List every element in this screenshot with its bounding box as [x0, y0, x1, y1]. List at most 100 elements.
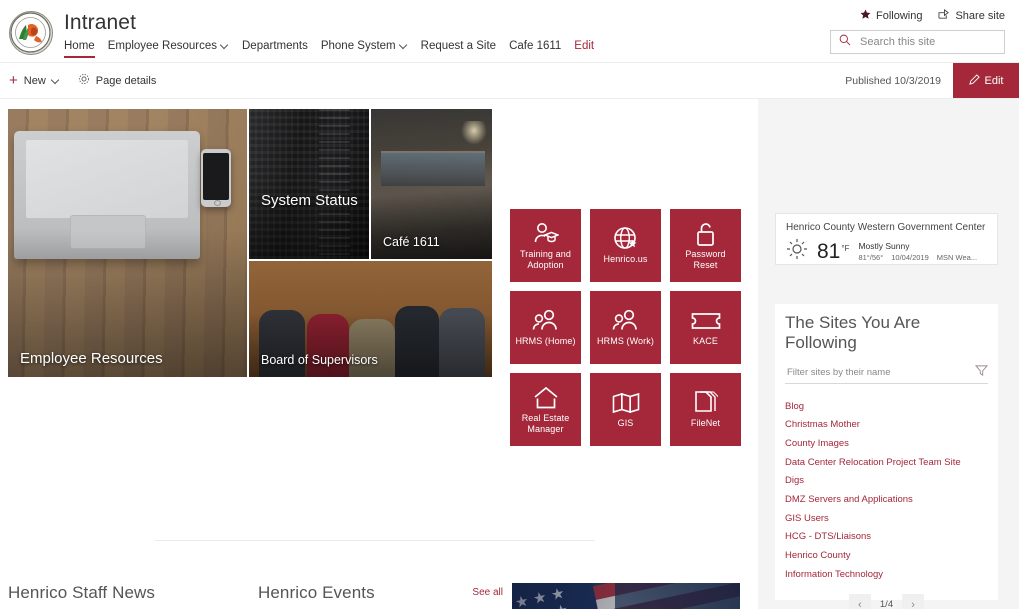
site-link[interactable]: Digs [785, 472, 988, 491]
site-link[interactable]: County Images [785, 434, 988, 453]
people-icon [612, 308, 640, 334]
nav-item-edit[interactable]: Edit [574, 36, 607, 58]
nav-item-label: Departments [242, 40, 308, 52]
hero-tile-label: Employee Resources [20, 349, 163, 367]
chevron-down-icon [221, 41, 229, 49]
american-flag-photo: ★★★★★★★★★ [512, 583, 740, 609]
henrico-county-seal-icon[interactable] [9, 11, 53, 55]
weather-condition: Mostly Sunny [858, 241, 910, 252]
home-icon [533, 385, 559, 411]
header-actions: Following Share site [860, 9, 1005, 23]
quick-link-real-estate-manager[interactable]: Real Estate Manager [510, 373, 581, 446]
pager-prev-button[interactable]: ‹ [848, 593, 871, 609]
share-icon [938, 9, 950, 23]
following-sites-filter[interactable] [785, 362, 989, 384]
weather-temperature: 81°F [817, 241, 849, 263]
site-navigation: Home Employee Resources Departments Phon… [64, 36, 607, 58]
plus-icon: + [9, 72, 18, 89]
weather-high-low: 81°/56° [858, 252, 884, 262]
site-link[interactable]: GIS Users [785, 509, 988, 528]
quick-link-label: KACE [693, 336, 718, 347]
quick-link-password-reset[interactable]: Password Reset [670, 209, 741, 282]
quick-link-label: FileNet [690, 418, 721, 429]
nav-item-label: Request a Site [420, 40, 497, 52]
new-label: New [23, 74, 46, 87]
hero-top-row: System Status Café 1611 [249, 109, 492, 259]
news-title: Henrico Staff News [8, 583, 155, 602]
hero-tile-cafe-1611[interactable]: Café 1611 [371, 109, 492, 259]
hero-tile-label: Café 1611 [383, 234, 440, 249]
following-sites-pager: ‹ 1/4 › [785, 593, 988, 609]
following-label: Following [876, 10, 923, 22]
weather-temp-unit: °F [841, 243, 850, 253]
pencil-icon [968, 73, 980, 88]
site-link[interactable]: HCG - DTS/Liaisons [785, 528, 988, 547]
filter-icon[interactable] [974, 364, 989, 382]
command-bar-left: + New Page details [0, 73, 156, 88]
quick-link-henrico-us[interactable]: Henrico.us [590, 209, 661, 282]
site-link[interactable]: Information Technology [785, 565, 988, 584]
nav-item-home[interactable]: Home [64, 36, 108, 58]
edit-page-button[interactable]: Edit [953, 63, 1019, 98]
nav-item-label: Employee Resources [107, 40, 217, 52]
hero-tile-employee-resources[interactable]: Employee Resources [8, 109, 247, 377]
chevron-down-icon [400, 41, 408, 49]
quick-link-label: Password Reset [685, 249, 726, 270]
files-icon [694, 390, 718, 416]
quick-link-training-and-adoption[interactable]: Training and Adoption [510, 209, 581, 282]
site-link[interactable]: DMZ Servers and Applications [785, 490, 988, 509]
following-sites-web-part: The Sites You Are Following Blog Christm… [775, 304, 998, 609]
hero-tile-board-of-supervisors[interactable]: Board of Supervisors [249, 261, 492, 377]
page-body: Employee Resources System Status Café 16… [0, 99, 1019, 609]
nav-item-departments[interactable]: Departments [242, 36, 321, 58]
site-link[interactable]: Henrico County [785, 547, 988, 566]
sharepoint-intranet-page: Intranet Home Employee Resources Departm… [0, 0, 1019, 609]
countdown-web-part[interactable]: ★★★★★★★★★ Count Down to Veterans Day 06 … [512, 583, 740, 609]
quick-link-kace[interactable]: KACE [670, 291, 741, 364]
training-icon [533, 221, 559, 247]
nav-item-request-a-site[interactable]: Request a Site [421, 36, 509, 58]
new-button[interactable]: + New [9, 73, 60, 88]
events-see-all-link[interactable]: See all [472, 587, 503, 598]
nav-item-employee-resources[interactable]: Employee Resources [108, 36, 242, 58]
quick-link-label: Henrico.us [603, 254, 648, 265]
search-icon [839, 33, 851, 51]
quick-link-label: GIS [617, 418, 634, 429]
nav-item-cafe-1611[interactable]: Cafe 1611 [509, 36, 574, 58]
weather-web-part[interactable]: Henrico County Western Government Center… [775, 213, 998, 265]
hero-tile-label: System Status [261, 191, 358, 209]
search-box[interactable] [830, 30, 1005, 54]
site-link[interactable]: Christmas Mother [785, 416, 988, 435]
tile-gradient [249, 109, 369, 259]
weather-source: MSN Wea... [936, 252, 978, 262]
events-web-part: Henrico Events See all + Add event OCT 4… [258, 583, 503, 609]
quick-link-hrms-work[interactable]: HRMS (Work) [590, 291, 661, 364]
gear-icon [78, 73, 90, 88]
nav-item-label: Cafe 1611 [509, 40, 562, 52]
search-input[interactable] [858, 35, 996, 49]
quick-link-gis[interactable]: GIS [590, 373, 661, 446]
quick-link-hrms-home[interactable]: HRMS (Home) [510, 291, 581, 364]
nav-item-label: Edit [574, 40, 595, 52]
weather-row: 81°F Mostly Sunny 81°/56° 10/04/2019 MSN… [786, 238, 987, 265]
hero-tile-system-status[interactable]: System Status [249, 109, 369, 259]
pager-next-button[interactable]: › [902, 593, 925, 609]
quick-link-label: Real Estate Manager [521, 413, 570, 434]
following-button[interactable]: Following [860, 9, 922, 23]
hero-tile-label: Board of Supervisors [261, 352, 378, 367]
share-site-button[interactable]: Share site [938, 9, 1005, 23]
weather-location: Henrico County Western Government Center [786, 222, 986, 233]
unlock-icon [695, 221, 717, 247]
nav-item-phone-system[interactable]: Phone System [321, 36, 421, 58]
page-details-button[interactable]: Page details [78, 73, 156, 88]
filter-sites-input[interactable] [785, 366, 960, 379]
site-title: Intranet [64, 11, 137, 34]
chevron-down-icon [52, 76, 60, 84]
weather-details: Mostly Sunny 81°/56° 10/04/2019 MSN Wea.… [858, 241, 977, 262]
main-column: Employee Resources System Status Café 16… [0, 99, 758, 609]
following-sites-list: Blog Christmas Mother County Images Data… [775, 384, 998, 609]
site-link[interactable]: Data Center Relocation Project Team Site [785, 453, 988, 472]
edit-label: Edit [984, 74, 1004, 87]
quick-link-filenet[interactable]: FileNet [670, 373, 741, 446]
site-link[interactable]: Blog [785, 397, 988, 416]
